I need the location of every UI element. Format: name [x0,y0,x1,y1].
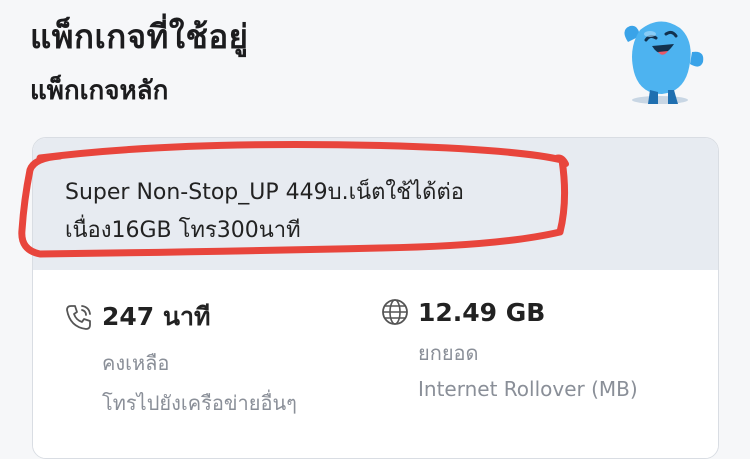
package-card-header: Super Non-Stop_UP 449บ.เน็ตใช้ได้ต่อเนื่… [33,138,718,270]
voice-label-remaining: คงเหลือ [102,351,170,375]
voice-value: 247 นาที [102,302,211,331]
section-title: แพ็กเกจหลัก [30,76,169,106]
page-title: แพ็กเกจที่ใช้อยู่ [30,17,249,56]
voice-label-network: โทรไปยังเครือข่ายอื่นๆ [102,391,297,415]
data-value: 12.49 GB [418,297,546,327]
package-name: Super Non-Stop_UP 449บ.เน็ตใช้ได้ต่อเนื่… [65,180,464,243]
phone-icon [66,305,91,330]
data-label-internet-rollover: Internet Rollover (MB) [418,377,638,401]
globe-icon [382,299,408,325]
data-label-rollover: ยกยอด [418,341,479,365]
data-stat: 12.49 GB ยกยอด Internet Rollover (MB) [380,297,638,401]
voice-stat: 247 นาที คงเหลือ โทรไปยังเครือข่ายอื่นๆ [64,297,297,419]
mascot-icon [624,21,704,104]
